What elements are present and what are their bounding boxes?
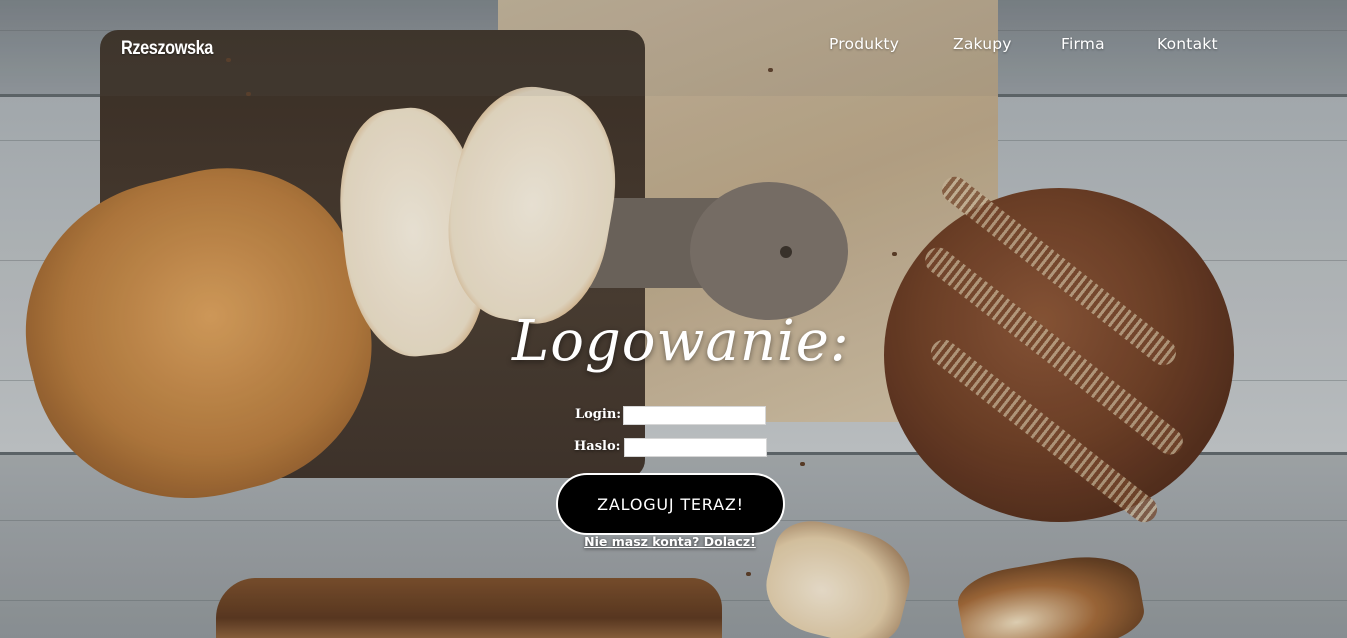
login-title: Logowanie: <box>512 309 850 374</box>
register-link[interactable]: Nie masz konta? Dolacz! <box>560 534 780 549</box>
nav-item-kontakt[interactable]: Kontakt <box>1157 35 1218 53</box>
nav-item-zakupy[interactable]: Zakupy <box>953 35 1012 53</box>
login-label: Login: <box>575 407 622 422</box>
password-label: Haslo: <box>574 439 621 454</box>
nav-item-produkty[interactable]: Produkty <box>829 35 899 53</box>
nav-item-firma[interactable]: Firma <box>1061 35 1105 53</box>
login-input[interactable] <box>623 406 766 425</box>
main-nav: Produkty Zakupy Firma Kontakt <box>0 35 1347 55</box>
password-input[interactable] <box>624 438 767 457</box>
login-submit-button[interactable]: ZALOGUJ TERAZ! <box>556 473 785 535</box>
